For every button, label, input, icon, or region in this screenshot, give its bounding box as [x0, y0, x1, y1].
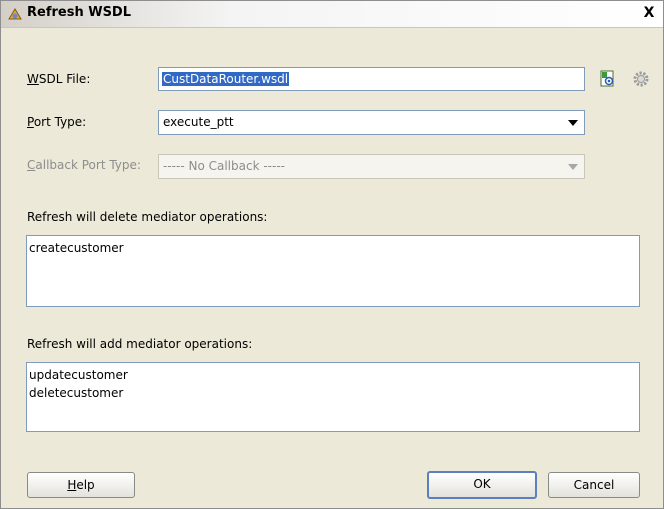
callback-port-type-label: Callback Port Type:: [27, 158, 141, 172]
wsdl-file-input[interactable]: CustDataRouter.wsdl: [158, 67, 585, 91]
dialog-title: Refresh WSDL: [27, 5, 132, 20]
wsdl-file-label-text: SDL File:: [38, 72, 91, 86]
list-item[interactable]: deletecustomer: [28, 384, 638, 402]
browse-wsdl-icon[interactable]: [598, 69, 618, 89]
add-ops-label: Refresh will add mediator operations:: [27, 337, 253, 351]
help-button[interactable]: Help: [27, 472, 135, 498]
chevron-down-icon[interactable]: [568, 164, 578, 170]
delete-ops-list[interactable]: createcustomer: [26, 235, 640, 307]
wsdl-file-label: WSDL File:: [27, 72, 90, 86]
list-item[interactable]: createcustomer: [28, 239, 638, 257]
port-type-label-text: ort Type:: [33, 115, 87, 129]
port-type-mnemonic: P: [27, 115, 34, 129]
close-button[interactable]: X: [641, 5, 657, 21]
cancel-button[interactable]: Cancel: [548, 472, 640, 498]
list-item[interactable]: updatecustomer: [28, 366, 638, 384]
refresh-wsdl-dialog: Refresh WSDL X WSDL File: CustDataRouter…: [0, 0, 664, 509]
port-type-select[interactable]: execute_ptt: [158, 110, 585, 135]
add-ops-list[interactable]: updatecustomer deletecustomer: [26, 362, 640, 432]
app-icon: [8, 8, 22, 20]
delete-ops-label: Refresh will delete mediator operations:: [27, 210, 268, 224]
chevron-down-icon[interactable]: [568, 120, 578, 126]
title-bar[interactable]: Refresh WSDL X: [1, 1, 663, 28]
ok-button[interactable]: OK: [427, 471, 537, 499]
port-type-label: Port Type:: [27, 115, 86, 129]
wsdl-file-mnemonic: W: [27, 72, 39, 86]
callback-port-type-value: ----- No Callback -----: [163, 159, 285, 173]
help-label: elp: [76, 478, 95, 492]
help-mnemonic: H: [67, 478, 77, 492]
callback-port-type-label-text: allback Port Type:: [35, 158, 141, 172]
callback-port-type-select[interactable]: ----- No Callback -----: [158, 154, 585, 179]
port-type-value: execute_ptt: [163, 115, 234, 129]
gear-icon[interactable]: [631, 69, 651, 89]
wsdl-file-value: CustDataRouter.wsdl: [162, 72, 290, 86]
